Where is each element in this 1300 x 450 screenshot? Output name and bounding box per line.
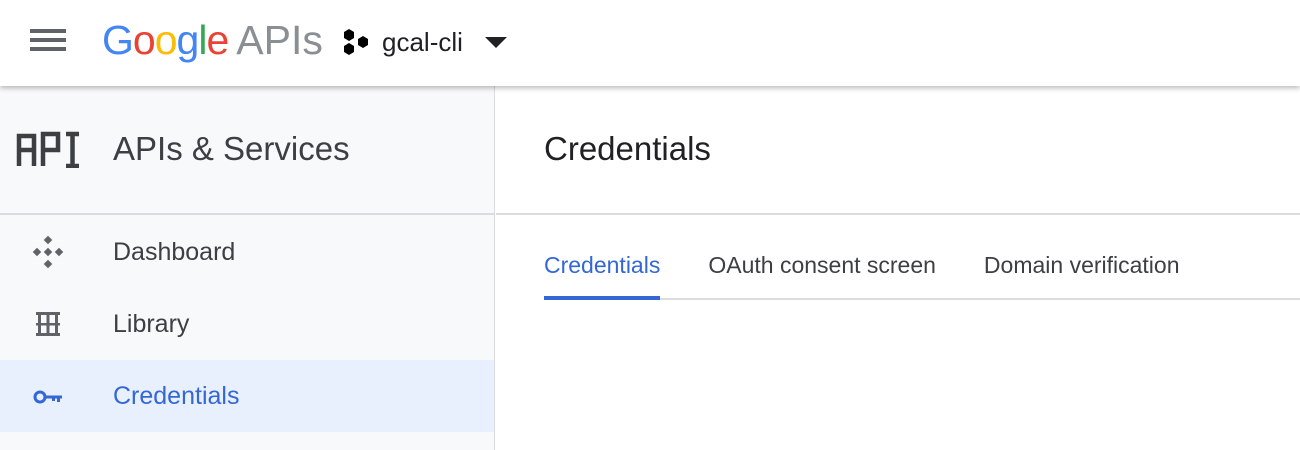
library-icon xyxy=(36,312,60,336)
api-icon xyxy=(16,131,79,168)
logo-letter: e xyxy=(206,17,229,63)
logo-letter: l xyxy=(198,17,207,63)
sidebar-item-label: Credentials xyxy=(113,382,240,410)
main-content: Credentials Credentials OAuth consent sc… xyxy=(496,86,1300,450)
tab-bar: Credentials OAuth consent screen Domain … xyxy=(544,248,1300,300)
sidebar-item-dashboard[interactable]: Dashboard xyxy=(0,216,494,288)
chevron-down-icon[interactable] xyxy=(484,36,507,48)
sidebar-nav: Dashboard Library Credentials xyxy=(0,216,494,432)
logo-letter: o xyxy=(154,17,178,63)
tab-credentials[interactable]: Credentials xyxy=(544,248,661,300)
sidebar-item-label: Dashboard xyxy=(113,238,236,266)
google-apis-logo[interactable]: G o o g l e APIs xyxy=(102,17,323,67)
tab-oauth-consent-screen[interactable]: OAuth consent screen xyxy=(708,248,936,298)
logo-letter: o xyxy=(132,17,156,63)
logo-suffix: APIs xyxy=(236,17,323,63)
menu-icon[interactable] xyxy=(28,27,68,53)
page-header: Credentials xyxy=(496,86,1300,215)
tab-domain-verification[interactable]: Domain verification xyxy=(984,248,1180,298)
logo-letter: g xyxy=(176,17,200,63)
sidebar-item-library[interactable]: Library xyxy=(0,288,494,360)
sidebar-item-label: Library xyxy=(113,310,190,338)
sidebar-item-credentials[interactable]: Credentials xyxy=(0,360,494,432)
sidebar-title: APIs & Services xyxy=(113,130,350,167)
key-icon xyxy=(33,390,62,404)
top-app-bar: G o o g l e APIs gcal-cli xyxy=(0,0,1300,86)
project-name: gcal-cli xyxy=(382,26,463,57)
page-title: Credentials xyxy=(544,130,711,167)
dashboard-icon xyxy=(32,235,64,269)
logo-letter: G xyxy=(102,17,134,63)
sidebar-header: APIs & Services xyxy=(0,86,494,215)
project-selector[interactable]: gcal-cli xyxy=(340,22,507,62)
project-hexagons-icon xyxy=(344,29,368,55)
sidebar: APIs & Services Dashboard Library Creden… xyxy=(0,86,495,450)
